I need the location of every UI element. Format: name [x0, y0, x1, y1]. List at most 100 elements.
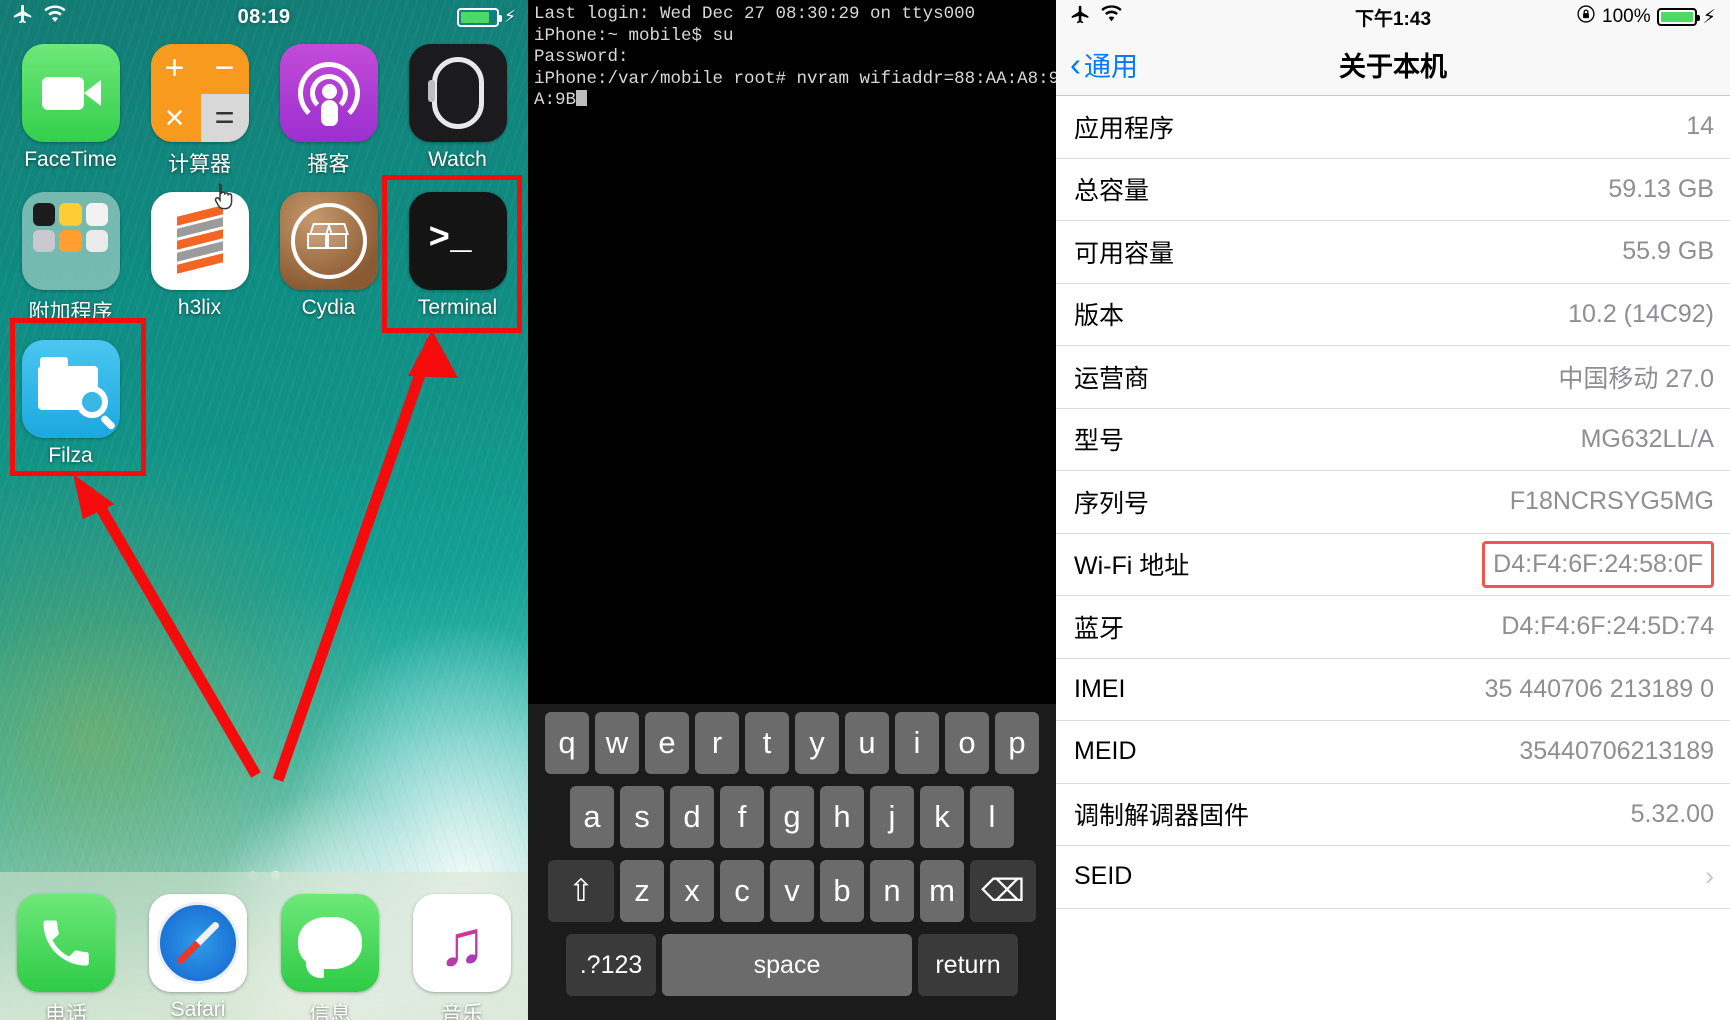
row-key: 蓝牙	[1074, 614, 1125, 643]
table-row[interactable]: 型号 MG632LL/A	[1056, 409, 1730, 471]
app-icon-facetime[interactable]: FaceTime	[6, 36, 135, 178]
row-value: 35440706213189	[1519, 737, 1714, 766]
row-value: 59.13 GB	[1608, 174, 1714, 203]
facetime-icon	[21, 44, 120, 142]
key-u[interactable]: u	[845, 712, 889, 774]
table-row[interactable]: MEID 35440706213189	[1056, 721, 1730, 784]
table-row-seid[interactable]: SEID ›	[1056, 846, 1730, 909]
row-value: 10.2 (14C92)	[1568, 299, 1714, 328]
key-n[interactable]: n	[870, 860, 914, 922]
table-row[interactable]: 调制解调器固件 5.32.00	[1056, 784, 1730, 846]
key-m[interactable]: m	[920, 860, 964, 922]
table-row[interactable]: 应用程序 14	[1056, 96, 1730, 159]
key-r[interactable]: r	[695, 712, 739, 774]
table-row[interactable]: 版本 10.2 (14C92)	[1056, 284, 1730, 346]
shift-key[interactable]: ⇧	[548, 860, 614, 922]
app-icon-extras-folder[interactable]: 附加程序	[6, 184, 135, 326]
chevron-right-icon: ›	[1705, 861, 1714, 892]
music-icon: ♫	[413, 894, 511, 992]
key-c[interactable]: c	[720, 860, 764, 922]
battery-icon	[1656, 8, 1700, 26]
return-key[interactable]: return	[918, 934, 1018, 996]
backspace-key[interactable]: ⌫	[970, 860, 1036, 922]
page-title: 关于本机	[1339, 52, 1447, 82]
key-p[interactable]: p	[995, 712, 1039, 774]
table-row[interactable]: IMEI 35 440706 213189 0	[1056, 659, 1730, 721]
key-v[interactable]: v	[770, 860, 814, 922]
table-row[interactable]: 运营商 中国移动 27.0	[1056, 346, 1730, 409]
key-g[interactable]: g	[770, 786, 814, 848]
app-label: 计算器	[168, 153, 231, 176]
row-value: MG632LL/A	[1580, 424, 1714, 453]
app-grid: FaceTime + − × = 计算器 播客 Watch 附加程序 h3lix…	[0, 36, 528, 468]
key-z[interactable]: z	[620, 860, 664, 922]
table-row-wifi-address[interactable]: Wi-Fi 地址 D4:F4:6F:24:58:0F	[1056, 534, 1730, 596]
app-icon-watch[interactable]: Watch	[393, 36, 522, 178]
key-x[interactable]: x	[670, 860, 714, 922]
dock-item-phone[interactable]: 电话	[0, 886, 132, 1020]
onscreen-keyboard: q w e r t y u i o p a s d f g h j k l ⇧ …	[528, 704, 1056, 1020]
app-icon-h3lix[interactable]: h3lix	[135, 184, 264, 326]
home-clock: 08:19	[237, 5, 291, 28]
app-label: 播客	[307, 153, 350, 176]
row-value: 14	[1686, 112, 1714, 141]
settings-about-panel: 下午1:43 100% ⚡ ‹ 通用 关于本机 应用程序 14 总容量 59.1…	[1056, 0, 1730, 1020]
key-b[interactable]: b	[820, 860, 864, 922]
row-key: 调制解调器固件	[1074, 802, 1250, 831]
key-j[interactable]: j	[870, 786, 914, 848]
terminal-output: Last login: Wed Dec 27 08:30:29 on ttys0…	[528, 0, 1056, 112]
key-w[interactable]: w	[595, 712, 639, 774]
terminal-line: iPhone:~ mobile$ su	[534, 25, 734, 46]
dock-label: 音乐	[441, 1003, 483, 1020]
terminal-cursor	[576, 90, 588, 106]
battery-percent-label: 100%	[1602, 6, 1651, 27]
dock-item-music[interactable]: ♫ 音乐	[396, 886, 528, 1020]
ios-home-screen-panel: 08:19 ⚡ FaceTime + − × = 计算器 播客 Watch 附加…	[0, 0, 528, 1020]
about-rows: 应用程序 14 总容量 59.13 GB 可用容量 55.9 GB 版本 10.…	[1056, 96, 1730, 909]
key-l[interactable]: l	[970, 786, 1014, 848]
charging-bolt-icon: ⚡	[1702, 6, 1716, 28]
key-e[interactable]: e	[645, 712, 689, 774]
dock-item-messages[interactable]: 信息	[264, 886, 396, 1020]
terminal-panel: Last login: Wed Dec 27 08:30:29 on ttys0…	[528, 0, 1056, 1020]
row-key: 运营商	[1074, 364, 1150, 393]
key-t[interactable]: t	[745, 712, 789, 774]
key-s[interactable]: s	[620, 786, 664, 848]
row-key: 版本	[1074, 302, 1125, 331]
key-d[interactable]: d	[670, 786, 714, 848]
key-i[interactable]: i	[895, 712, 939, 774]
app-icon-terminal[interactable]: >_ Terminal	[393, 184, 522, 326]
terminal-line: Password:	[534, 47, 629, 67]
filza-icon	[21, 340, 120, 438]
terminal-line: Last login: Wed Dec 27 08:30:29 on ttys0…	[534, 4, 976, 24]
numbers-key[interactable]: .?123	[566, 934, 656, 996]
app-icon-podcasts[interactable]: 播客	[264, 36, 393, 178]
app-icon-filza[interactable]: Filza	[6, 332, 135, 468]
key-y[interactable]: y	[795, 712, 839, 774]
key-f[interactable]: f	[720, 786, 764, 848]
dock: 电话 Safari 信息 ♫ 音乐	[0, 872, 528, 1020]
dock-item-safari[interactable]: Safari	[132, 886, 264, 1020]
table-row[interactable]: 可用容量 55.9 GB	[1056, 221, 1730, 284]
table-row[interactable]: 序列号 F18NCRSYG5MG	[1056, 471, 1730, 534]
key-k[interactable]: k	[920, 786, 964, 848]
key-h[interactable]: h	[820, 786, 864, 848]
key-q[interactable]: q	[545, 712, 589, 774]
key-o[interactable]: o	[945, 712, 989, 774]
calculator-icon: + − × =	[150, 44, 249, 142]
row-value: 55.9 GB	[1622, 237, 1714, 266]
watch-icon	[408, 44, 507, 142]
app-icon-cydia[interactable]: Cydia	[264, 184, 393, 326]
key-a[interactable]: a	[570, 786, 614, 848]
charging-bolt-icon: ⚡	[504, 7, 516, 26]
row-value: 中国移动 27.0	[1558, 364, 1714, 393]
navigation-bar: ‹ 通用 关于本机	[1056, 34, 1730, 96]
keyboard-row-1: q w e r t y u i o p	[532, 712, 1052, 774]
table-row[interactable]: 蓝牙 D4:F4:6F:24:5D:74	[1056, 596, 1730, 659]
row-key: 总容量	[1074, 177, 1150, 206]
app-label: h3lix	[177, 296, 222, 319]
app-label: Filza	[48, 444, 93, 467]
table-row[interactable]: 总容量 59.13 GB	[1056, 159, 1730, 221]
app-icon-calculator[interactable]: + − × = 计算器	[135, 36, 264, 178]
space-key[interactable]: space	[662, 934, 912, 996]
